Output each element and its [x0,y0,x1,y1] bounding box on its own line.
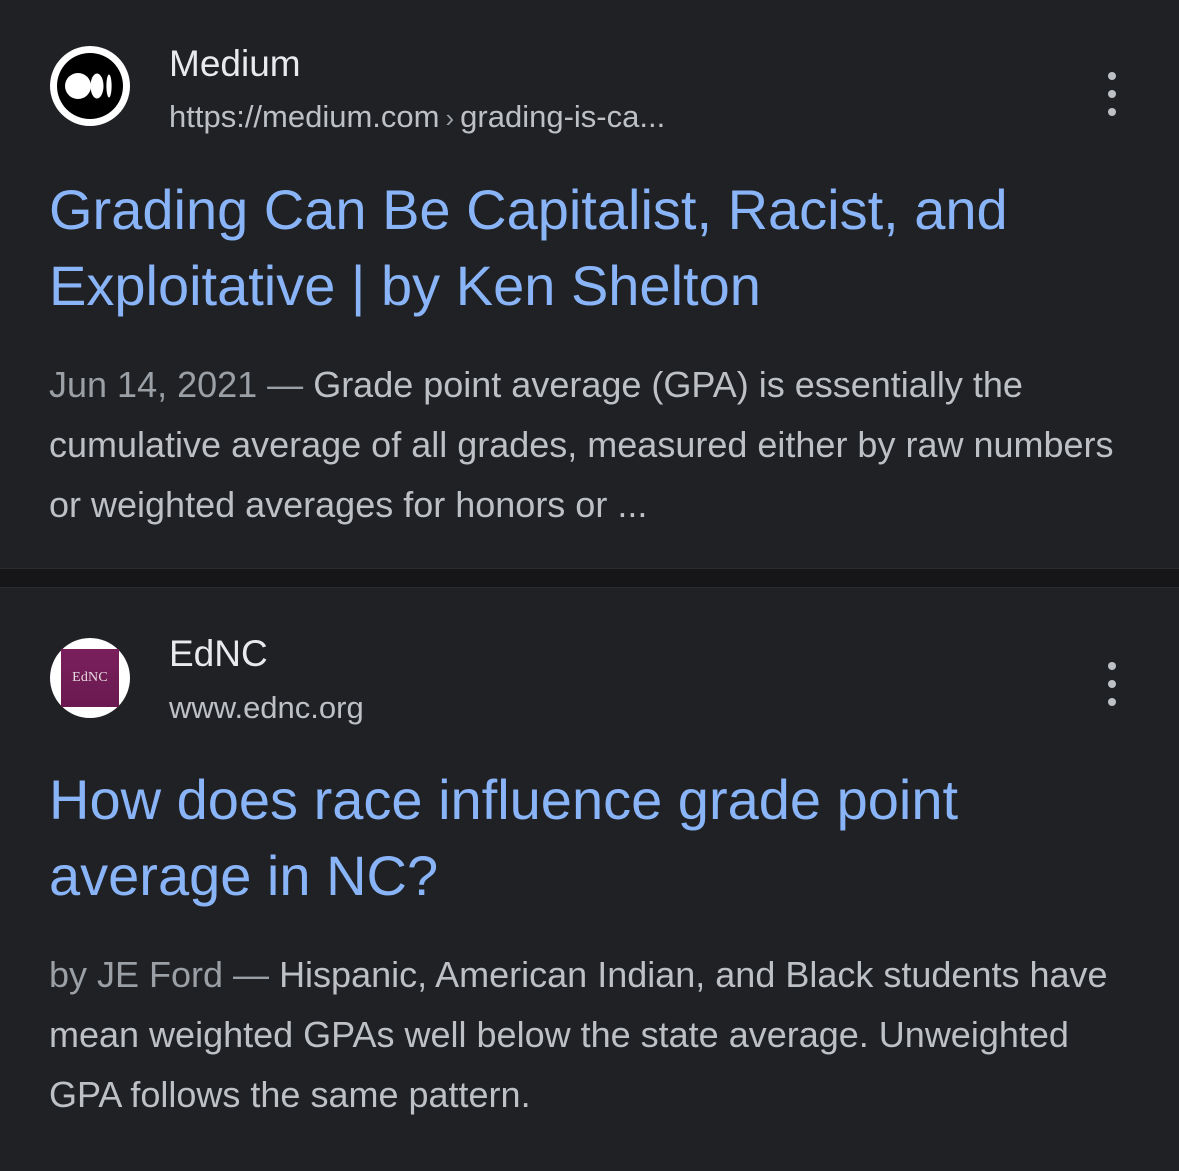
more-options-icon[interactable] [1101,72,1123,116]
result-snippet: by JE Ford — Hispanic, American Indian, … [49,945,1129,1125]
site-url[interactable]: https://medium.com › grading-is-ca... [169,97,665,138]
result-title-link[interactable]: Grading Can Be Capitalist, Racist, and E… [49,172,1129,324]
url-path: grading-is-ca... [460,99,666,134]
site-name[interactable]: Medium [169,42,301,86]
more-options-icon[interactable] [1101,662,1123,706]
search-result-medium: Medium https://medium.com › grading-is-ca.… [0,0,1179,568]
result-snippet: Jun 14, 2021 — Grade point average (GPA)… [49,355,1129,535]
site-name[interactable]: EdNC [169,632,268,676]
ednc-logo-icon: EdNC [61,649,119,707]
site-url[interactable]: www.ednc.org [169,688,364,728]
result-title-link[interactable]: How does race influence grade point aver… [49,762,1129,914]
search-result-ednc: EdNC EdNC www.ednc.org How does race inf… [0,588,1179,1171]
medium-logo-icon [57,53,123,119]
url-base: www.ednc.org [169,690,364,725]
snippet-date: Jun 14, 2021 — [49,364,314,405]
url-base: https://medium.com [169,99,440,134]
breadcrumb-separator: › [445,103,455,133]
favicon[interactable]: EdNC [50,638,130,718]
snippet-author: by JE Ford — [49,954,280,995]
result-divider [0,568,1179,588]
favicon[interactable] [50,46,130,126]
